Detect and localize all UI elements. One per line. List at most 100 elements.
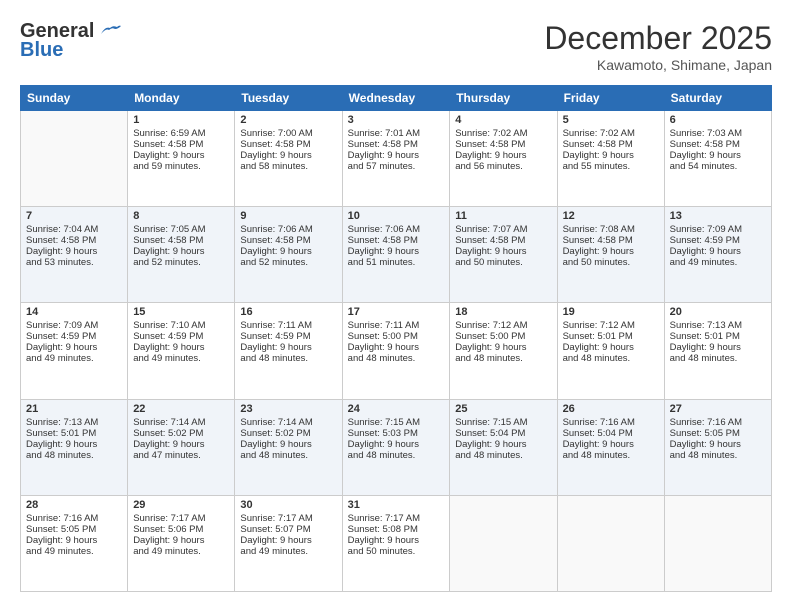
cell-text: Sunset: 4:58 PM xyxy=(133,139,229,150)
day-number: 26 xyxy=(563,403,659,415)
day-number: 7 xyxy=(26,210,122,222)
col-monday: Monday xyxy=(128,86,235,111)
cell-text: and 50 minutes. xyxy=(348,546,445,557)
day-number: 17 xyxy=(348,306,445,318)
cell-text: Sunrise: 7:14 AM xyxy=(133,417,229,428)
cell-text: and 47 minutes. xyxy=(133,450,229,461)
cell-text: and 55 minutes. xyxy=(563,161,659,172)
table-row: 14Sunrise: 7:09 AMSunset: 4:59 PMDayligh… xyxy=(21,303,128,399)
table-row: 16Sunrise: 7:11 AMSunset: 4:59 PMDayligh… xyxy=(235,303,342,399)
cell-text: and 51 minutes. xyxy=(348,257,445,268)
location: Kawamoto, Shimane, Japan xyxy=(544,57,772,73)
page: General Blue December 2025 Kawamoto, Shi… xyxy=(0,0,792,612)
cell-text: Daylight: 9 hours xyxy=(348,150,445,161)
cell-text: Sunrise: 7:16 AM xyxy=(670,417,766,428)
table-row: 5Sunrise: 7:02 AMSunset: 4:58 PMDaylight… xyxy=(557,111,664,207)
cell-text: Sunset: 4:59 PM xyxy=(670,235,766,246)
cell-text: Sunset: 4:58 PM xyxy=(455,139,551,150)
cell-text: Sunrise: 7:15 AM xyxy=(348,417,445,428)
cell-text: Sunrise: 7:17 AM xyxy=(133,513,229,524)
cell-text: and 49 minutes. xyxy=(133,546,229,557)
cell-text: Sunrise: 7:14 AM xyxy=(240,417,336,428)
cell-text: Sunset: 4:58 PM xyxy=(563,139,659,150)
cell-text: and 52 minutes. xyxy=(240,257,336,268)
calendar-header-row: Sunday Monday Tuesday Wednesday Thursday… xyxy=(21,86,772,111)
cell-text: Sunrise: 7:12 AM xyxy=(563,320,659,331)
cell-text: Sunrise: 7:16 AM xyxy=(26,513,122,524)
calendar: Sunday Monday Tuesday Wednesday Thursday… xyxy=(20,85,772,592)
col-tuesday: Tuesday xyxy=(235,86,342,111)
cell-text: Daylight: 9 hours xyxy=(26,342,122,353)
cell-text: and 56 minutes. xyxy=(455,161,551,172)
cell-text: and 52 minutes. xyxy=(133,257,229,268)
cell-text: Sunset: 5:02 PM xyxy=(240,428,336,439)
cell-text: Sunrise: 7:10 AM xyxy=(133,320,229,331)
table-row: 10Sunrise: 7:06 AMSunset: 4:58 PMDayligh… xyxy=(342,207,450,303)
col-thursday: Thursday xyxy=(450,86,557,111)
cell-text: and 50 minutes. xyxy=(563,257,659,268)
cell-text: Sunrise: 7:08 AM xyxy=(563,224,659,235)
col-wednesday: Wednesday xyxy=(342,86,450,111)
table-row: 19Sunrise: 7:12 AMSunset: 5:01 PMDayligh… xyxy=(557,303,664,399)
cell-text: and 49 minutes. xyxy=(133,353,229,364)
day-number: 31 xyxy=(348,499,445,511)
table-row xyxy=(450,495,557,591)
day-number: 2 xyxy=(240,114,336,126)
table-row: 23Sunrise: 7:14 AMSunset: 5:02 PMDayligh… xyxy=(235,399,342,495)
table-row: 28Sunrise: 7:16 AMSunset: 5:05 PMDayligh… xyxy=(21,495,128,591)
title-area: December 2025 Kawamoto, Shimane, Japan xyxy=(544,20,772,73)
table-row: 6Sunrise: 7:03 AMSunset: 4:58 PMDaylight… xyxy=(664,111,771,207)
day-number: 29 xyxy=(133,499,229,511)
day-number: 9 xyxy=(240,210,336,222)
cell-text: Sunset: 5:08 PM xyxy=(348,524,445,535)
calendar-week-row: 14Sunrise: 7:09 AMSunset: 4:59 PMDayligh… xyxy=(21,303,772,399)
cell-text: Sunrise: 7:00 AM xyxy=(240,128,336,139)
table-row: 7Sunrise: 7:04 AMSunset: 4:58 PMDaylight… xyxy=(21,207,128,303)
cell-text: Sunset: 4:58 PM xyxy=(670,139,766,150)
day-number: 24 xyxy=(348,403,445,415)
cell-text: Daylight: 9 hours xyxy=(670,439,766,450)
cell-text: and 59 minutes. xyxy=(133,161,229,172)
day-number: 11 xyxy=(455,210,551,222)
cell-text: and 48 minutes. xyxy=(240,353,336,364)
cell-text: Sunset: 5:01 PM xyxy=(26,428,122,439)
cell-text: Sunset: 5:06 PM xyxy=(133,524,229,535)
cell-text: Sunrise: 7:12 AM xyxy=(455,320,551,331)
cell-text: Sunset: 4:59 PM xyxy=(133,331,229,342)
cell-text: and 50 minutes. xyxy=(455,257,551,268)
cell-text: Sunrise: 7:17 AM xyxy=(240,513,336,524)
table-row: 13Sunrise: 7:09 AMSunset: 4:59 PMDayligh… xyxy=(664,207,771,303)
table-row: 2Sunrise: 7:00 AMSunset: 4:58 PMDaylight… xyxy=(235,111,342,207)
table-row xyxy=(557,495,664,591)
cell-text: Sunset: 5:07 PM xyxy=(240,524,336,535)
cell-text: Sunset: 4:59 PM xyxy=(240,331,336,342)
cell-text: Daylight: 9 hours xyxy=(348,246,445,257)
day-number: 8 xyxy=(133,210,229,222)
cell-text: Sunrise: 7:17 AM xyxy=(348,513,445,524)
cell-text: Daylight: 9 hours xyxy=(455,246,551,257)
cell-text: Sunset: 5:03 PM xyxy=(348,428,445,439)
cell-text: Daylight: 9 hours xyxy=(133,535,229,546)
cell-text: and 48 minutes. xyxy=(348,450,445,461)
cell-text: and 54 minutes. xyxy=(670,161,766,172)
day-number: 13 xyxy=(670,210,766,222)
table-row: 8Sunrise: 7:05 AMSunset: 4:58 PMDaylight… xyxy=(128,207,235,303)
table-row: 12Sunrise: 7:08 AMSunset: 4:58 PMDayligh… xyxy=(557,207,664,303)
table-row: 15Sunrise: 7:10 AMSunset: 4:59 PMDayligh… xyxy=(128,303,235,399)
cell-text: Sunset: 5:02 PM xyxy=(133,428,229,439)
cell-text: Sunset: 5:00 PM xyxy=(348,331,445,342)
col-friday: Friday xyxy=(557,86,664,111)
cell-text: and 48 minutes. xyxy=(455,450,551,461)
cell-text: Daylight: 9 hours xyxy=(563,439,659,450)
cell-text: Sunset: 5:05 PM xyxy=(670,428,766,439)
cell-text: Daylight: 9 hours xyxy=(240,150,336,161)
cell-text: Daylight: 9 hours xyxy=(455,150,551,161)
cell-text: Sunset: 4:58 PM xyxy=(348,139,445,150)
day-number: 30 xyxy=(240,499,336,511)
cell-text: Sunset: 4:58 PM xyxy=(455,235,551,246)
cell-text: Sunrise: 7:01 AM xyxy=(348,128,445,139)
day-number: 25 xyxy=(455,403,551,415)
calendar-week-row: 28Sunrise: 7:16 AMSunset: 5:05 PMDayligh… xyxy=(21,495,772,591)
cell-text: Sunrise: 6:59 AM xyxy=(133,128,229,139)
day-number: 12 xyxy=(563,210,659,222)
